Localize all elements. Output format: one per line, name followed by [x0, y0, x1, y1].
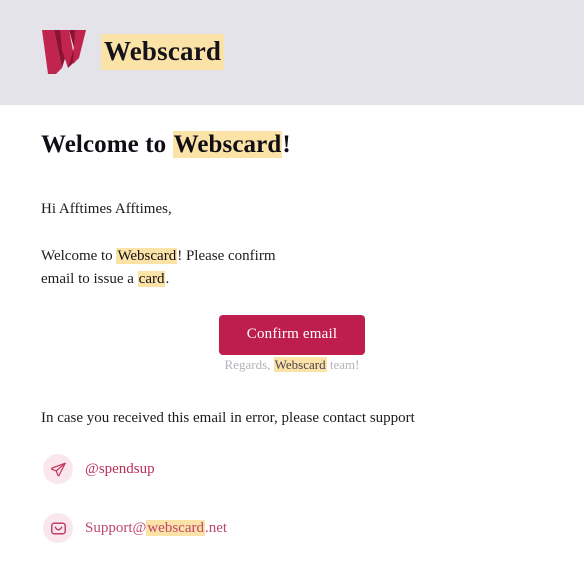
error-contact-note: In case you received this email in error… — [41, 410, 415, 426]
intro-card-highlight: card — [137, 271, 166, 287]
intro-part1: Welcome to — [41, 248, 117, 264]
webscard-w-logo-icon — [42, 30, 86, 74]
intro-text: Welcome to Webscard! Please confirm emai… — [41, 245, 281, 291]
regards-brand: Webscard — [273, 357, 327, 372]
email-prefix: Support@ — [85, 519, 147, 536]
support-email: Support@webscard.net — [85, 519, 228, 537]
paper-plane-icon — [43, 454, 73, 484]
email-body: Welcome to Webscard! Hi Afftimes Afftime… — [0, 105, 584, 582]
contact-email[interactable]: Support@webscard.net — [43, 513, 227, 543]
email-domain-highlight: webscard — [146, 519, 205, 536]
contact-telegram[interactable]: @spendsup — [43, 454, 155, 484]
cta-container: Confirm email — [0, 315, 584, 355]
headline-brand: Webscard — [172, 131, 283, 158]
regards-suffix: team! — [326, 357, 360, 372]
email-preview: Webscard Welcome to Webscard! Hi Afftime… — [0, 0, 584, 582]
brand-name: Webscard — [101, 33, 225, 71]
telegram-handle: @spendsup — [85, 460, 155, 477]
envelope-icon — [43, 513, 73, 543]
confirm-email-button[interactable]: Confirm email — [218, 315, 366, 355]
greeting-text: Hi Afftimes Afftimes, — [41, 201, 172, 217]
regards-prefix: Regards, — [224, 357, 274, 372]
brand-row: Webscard — [41, 26, 225, 78]
email-header: Webscard — [0, 0, 584, 105]
intro-brand: Webscard — [116, 248, 178, 264]
page-title: Welcome to Webscard! — [41, 131, 291, 159]
email-suffix: .net — [204, 519, 228, 536]
headline-prefix: Welcome to — [41, 131, 173, 158]
headline-suffix: ! — [282, 131, 291, 158]
regards-line: Regards, Webscard team! — [0, 357, 584, 373]
intro-part3: . — [165, 271, 170, 287]
